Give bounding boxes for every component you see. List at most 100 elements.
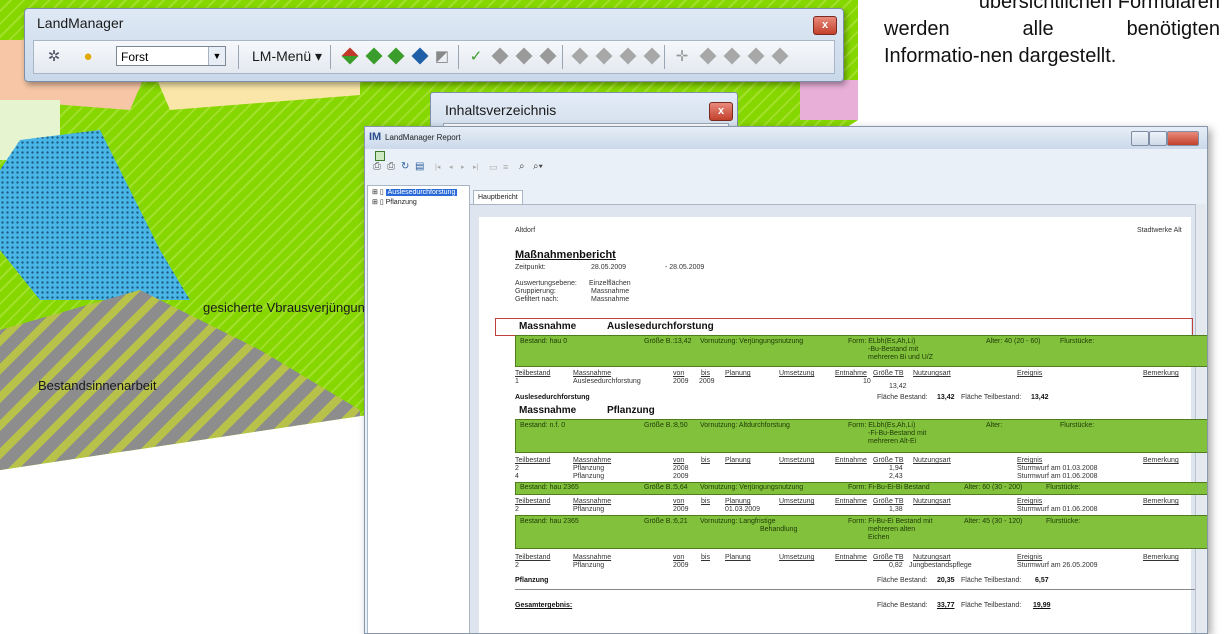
vornutzung: Vornutzung: Langfristige	[700, 518, 776, 525]
report-titlebar: IM LandManager Report	[365, 127, 1207, 149]
groesse-value: 6,21	[674, 518, 688, 525]
col-teilbestand: Teilbestand	[515, 554, 551, 561]
check-icon[interactable]: ✓	[466, 47, 486, 67]
layers-icon[interactable]: ●	[78, 47, 98, 67]
expand-icon[interactable]: ⊞	[372, 199, 378, 206]
cell: Jungbestandspflege	[909, 562, 972, 569]
red-green-diamond-icon[interactable]	[341, 47, 359, 65]
groesse-label: Größe B.:	[644, 338, 675, 345]
gray-diamond-icon[interactable]	[515, 47, 533, 65]
bestand-band: Bestand: hau 2365 Größe B.: 5,64 Vornutz…	[515, 482, 1207, 495]
map-region-pink[interactable]	[800, 80, 858, 120]
zeitpunkt-label: Zeitpunkt:	[515, 264, 546, 271]
col-von: von	[673, 457, 685, 464]
gray-diamond-icon[interactable]	[539, 47, 557, 65]
eraser-icon[interactable]: ◩	[432, 47, 452, 67]
document-icon: ▯	[379, 199, 384, 206]
gray-diamond-icon[interactable]	[595, 47, 613, 65]
bestand: Bestand: hau 0	[520, 338, 568, 345]
col-nutzungsart: Nutzungsart	[913, 457, 951, 464]
groesse-label: Größe B.:	[644, 422, 675, 429]
tab-hauptbericht[interactable]: Hauptbericht	[473, 190, 523, 205]
page-setup-icon[interactable]: ▭	[489, 162, 498, 173]
alter: Alter: 45 (30 - 120)	[964, 518, 1023, 525]
gray-diamond-icon[interactable]	[747, 47, 765, 65]
col-teilbestand: Teilbestand	[515, 370, 551, 377]
refresh-icon[interactable]: ↻	[401, 161, 409, 172]
alter: Alter: 40 (20 - 60)	[986, 338, 1041, 345]
col-nutzungsart: Nutzungsart	[913, 554, 951, 561]
form-line: -Bu-Bestand mit	[868, 346, 919, 353]
header-right: Stadtwerke Alt	[1137, 227, 1182, 234]
first-page-icon[interactable]: |◂	[435, 163, 440, 171]
zoom-icon[interactable]: ⌕▾	[533, 161, 543, 172]
gray-diamond-icon[interactable]	[491, 47, 509, 65]
lm-menu-button[interactable]: LM-Menü ▾	[252, 48, 322, 65]
minimize-button[interactable]	[1131, 131, 1149, 146]
form: Form: ELbh(Es,Ah,Li)	[848, 422, 916, 429]
massnahme-label: Massnahme	[519, 321, 577, 332]
col-umsetzung: Umsetzung	[779, 498, 815, 505]
next-page-icon[interactable]: ▸	[461, 163, 465, 171]
tree-item[interactable]: ⊞ ▯ Pflanzung	[372, 198, 417, 206]
cell: 0,82	[889, 562, 903, 569]
col-bemerkung: Bemerkung	[1143, 370, 1179, 377]
cell: 13,42	[889, 383, 907, 390]
close-button[interactable]: x	[709, 102, 733, 121]
close-button[interactable]	[1167, 131, 1199, 146]
col-entnahme: Entnahme	[835, 554, 867, 561]
col-teilbestand: Teilbestand	[515, 457, 551, 464]
tree-item[interactable]: ⊞ ▯ Auslesedurchforstung	[372, 188, 458, 196]
toolbar-separator	[330, 45, 331, 69]
alter: Alter:	[986, 422, 1003, 429]
crosshair-icon[interactable]: ✛	[672, 47, 692, 67]
close-button[interactable]: x	[813, 16, 837, 35]
star-tool-icon[interactable]: ✲	[44, 47, 64, 67]
sum-fb: 20,35	[937, 577, 955, 584]
green-diamond-icon[interactable]	[387, 47, 405, 65]
gray-diamond-icon[interactable]	[619, 47, 637, 65]
gray-diamond-icon[interactable]	[571, 47, 589, 65]
col-planung: Planung	[725, 498, 751, 505]
find-icon[interactable]: ⌕	[519, 161, 525, 172]
flurstuecke: Flurstücke:	[1046, 518, 1081, 525]
cell: 2009	[673, 562, 689, 569]
document-paragraph: übersichtlichen Formularen werden alle b…	[884, 0, 1220, 70]
col-ereignis: Ereignis	[1017, 370, 1043, 377]
meta-value: Einzelflächen	[589, 280, 631, 287]
cell: 2	[515, 506, 519, 513]
vornutzung-line: Behandlung	[760, 526, 798, 533]
header-left: Altdorf	[515, 227, 536, 234]
gray-diamond-icon[interactable]	[723, 47, 741, 65]
groesse-value: 5,64	[674, 484, 688, 491]
form-line: mehreren Bi und U/Z	[868, 354, 933, 361]
massnahme-label: Massnahme	[519, 405, 577, 416]
chevron-down-icon[interactable]: ▼	[208, 47, 225, 65]
meta-label: Gruppierung:	[515, 288, 556, 295]
zeitpunkt-from: 28.05.2009	[591, 264, 627, 271]
col-ereignis: Ereignis	[1017, 498, 1043, 505]
col-groesse-tb: Größe TB	[873, 498, 904, 505]
expand-icon[interactable]: ⊞	[372, 189, 378, 196]
report-tree: ⊞ ▯ Auslesedurchforstung ⊞ ▯ Pflanzung	[367, 185, 470, 633]
prev-page-icon[interactable]: ◂	[449, 163, 453, 171]
gray-diamond-icon[interactable]	[771, 47, 789, 65]
gray-diamond-icon[interactable]	[699, 47, 717, 65]
tree-toggle-icon[interactable]: ▤	[415, 161, 424, 172]
sum-label: Auslesedurchforstung	[515, 394, 590, 401]
landmanager-window: LandManager x ✲ ● Forst ▼ LM-Menü ▾ ◩ ✓ …	[24, 8, 844, 82]
layout-icon[interactable]: ≡	[503, 162, 508, 172]
cell: Sturmwurf am 01.03.2008	[1017, 465, 1098, 472]
blue-diamond-icon[interactable]	[411, 47, 429, 65]
section-title: Pflanzung	[607, 405, 655, 416]
total-ft-label: Fläche Teilbestand:	[961, 602, 1022, 609]
last-page-icon[interactable]: ▸|	[473, 163, 478, 171]
green-diamond-icon[interactable]	[365, 47, 383, 65]
gray-diamond-icon[interactable]	[643, 47, 661, 65]
print-icon[interactable]: ⎙	[373, 161, 381, 172]
col-massnahme: Massnahme	[573, 554, 612, 561]
doc-word: benötigten	[1126, 18, 1220, 40]
maximize-button[interactable]	[1149, 131, 1167, 146]
col-bis: bis	[701, 554, 710, 561]
print-setup-icon[interactable]: ⎙	[387, 161, 395, 172]
